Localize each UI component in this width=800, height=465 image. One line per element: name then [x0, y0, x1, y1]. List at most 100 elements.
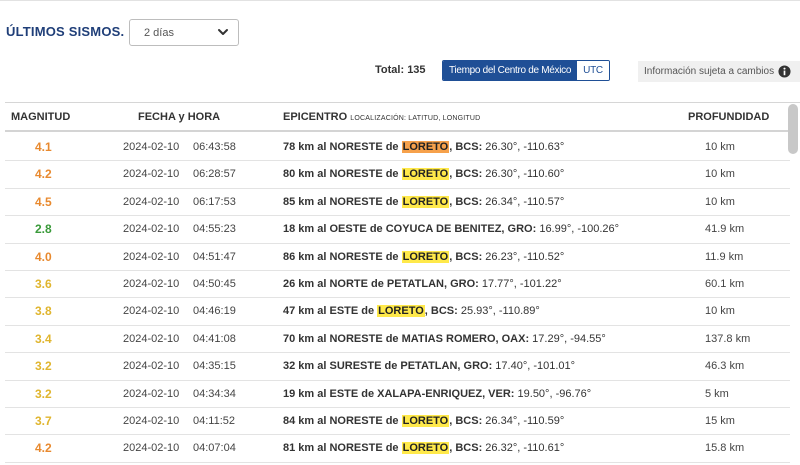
epicenter-highlight: LORETO [401, 414, 450, 427]
event-date: 2024-02-10 [123, 442, 180, 455]
depth-value: 60.1 km [705, 277, 745, 290]
event-date: 2024-02-10 [123, 332, 180, 345]
epicenter-text: 32 km al SURESTE de PETATLAN, GRO: 17.40… [283, 360, 575, 372]
col-epicentro[interactable]: EPICENTRO LOCALIZACIÓN: LATITUD, LONGITU… [283, 111, 480, 123]
epicenter-distance: 80 km al NORESTE de [283, 168, 402, 181]
table-row[interactable]: 4.0 2024-02-10 04:51:47 86 km al NORESTE de… [5, 244, 790, 271]
epicenter-distance: 70 km al NORESTE de MATIAS ROMERO, OAX: [283, 332, 530, 345]
depth-value: 10 km [705, 305, 735, 318]
magnitude-value: 4.1 [35, 140, 52, 154]
col-fecha[interactable]: FECHA y HORA [138, 111, 220, 123]
event-time: 06:28:57 [193, 168, 236, 181]
magnitude-value: 3.4 [35, 331, 52, 346]
timezone-toggle: Tiempo del Centro de México UTC [442, 60, 610, 81]
epicenter-coords: 16.99°, -100.26° [536, 223, 620, 236]
epicenter-text: 84 km al NORESTE de LORETO, BCS: 26.34°,… [283, 414, 565, 427]
depth-value: 46.3 km [705, 360, 745, 373]
epicenter-distance: 81 km al NORESTE de [283, 442, 402, 455]
event-date: 2024-02-10 [123, 250, 180, 263]
table-row[interactable]: 4.2 2024-02-10 04:07:04 81 km al NORESTE de… [5, 435, 790, 463]
event-time: 04:50:45 [193, 277, 236, 290]
epicenter-coords: 26.23°, -110.52° [482, 250, 565, 263]
total-count: Total: 135 [375, 64, 426, 76]
table-row[interactable]: 4.5 2024-02-10 06:17:53 85 km al NORESTE de… [5, 189, 790, 217]
col-epicentro-sub: LOCALIZACIÓN: LATITUD, LONGITUD [350, 115, 481, 122]
epicenter-state: , BCS: [449, 250, 483, 263]
table-row[interactable]: 4.2 2024-02-10 06:28:57 80 km al NORESTE de… [5, 161, 790, 189]
table-row[interactable]: 3.6 2024-02-10 04:50:45 26 km al NORTE de P… [5, 271, 790, 299]
depth-value: 41.9 km [705, 223, 745, 236]
epicenter-coords: 17.77°, -101.22° [478, 277, 562, 290]
epicenter-text: 85 km al NORESTE de LORETO, BCS: 26.34°,… [283, 195, 564, 208]
depth-value: 11.9 km [705, 250, 744, 263]
epicenter-highlight: LORETO [377, 305, 425, 318]
earthquake-table: MAGNITUD FECHA y HORA EPICENTRO LOCALIZA… [5, 102, 800, 465]
epicenter-text: 47 km al ESTE de LORETO, BCS: 25.93°, -1… [283, 305, 540, 318]
magnitude-value: 3.2 [35, 386, 52, 401]
epicenter-highlight: LORETO [401, 141, 450, 153]
magnitude-value: 4.5 [35, 194, 52, 209]
tz-option-mexico[interactable]: Tiempo del Centro de México [443, 61, 578, 80]
event-date: 2024-02-10 [123, 387, 180, 400]
total-label: Total: [375, 64, 405, 76]
epicenter-coords: 19.50°, -96.76° [514, 387, 592, 400]
col-magnitud[interactable]: MAGNITUD [11, 111, 70, 123]
epicenter-text: 18 km al OESTE de COYUCA DE BENITEZ, GRO… [283, 223, 619, 235]
info-notice: Información sujeta a cambios [638, 61, 800, 82]
epicenter-state: , BCS: [449, 442, 483, 455]
info-text: Información sujeta a cambios [644, 66, 775, 77]
event-date: 2024-02-10 [123, 414, 180, 427]
magnitude-value: 4.2 [35, 167, 52, 182]
magnitude-value: 3.7 [35, 413, 52, 428]
info-circle-icon[interactable] [778, 65, 791, 78]
epicenter-highlight: LORETO [401, 195, 450, 208]
event-time: 04:51:47 [193, 250, 236, 263]
table-header: MAGNITUD FECHA y HORA EPICENTRO LOCALIZA… [5, 103, 790, 132]
event-time: 04:11:52 [193, 414, 236, 427]
time-range-select[interactable]: 2 días [129, 19, 239, 46]
epicenter-distance: 85 km al NORESTE de [283, 195, 402, 208]
event-date: 2024-02-10 [123, 141, 180, 153]
epicenter-text: 81 km al NORESTE de LORETO, BCS: 26.32°,… [283, 442, 564, 455]
epicenter-distance: 47 km al ESTE de [283, 305, 378, 318]
epicenter-text: 78 km al NORESTE de LORETO, BCS: 26.30°,… [283, 141, 564, 153]
table-row[interactable]: 2.8 2024-02-10 04:55:23 18 km al OESTE de C… [5, 216, 790, 244]
epicenter-distance: 26 km al NORTE de PETATLAN, GRO: [283, 277, 479, 290]
page-title: ÚLTIMOS SISMOS. [6, 24, 125, 39]
epicenter-state: , BCS: [449, 195, 483, 208]
event-date: 2024-02-10 [123, 223, 180, 236]
table-row[interactable]: 3.4 2024-02-10 04:41:08 70 km al NORESTE de… [5, 326, 790, 354]
epicenter-coords: 25.93°, -110.89° [457, 305, 540, 318]
epicenter-coords: 26.34°, -110.59° [482, 414, 565, 427]
table-row[interactable]: 3.2 2024-02-10 04:34:34 19 km al ESTE de XA… [5, 381, 790, 408]
table-row[interactable]: 4.1 2024-02-10 06:43:58 78 km al NORESTE de… [5, 134, 790, 162]
table-row[interactable]: 3.8 2024-02-10 04:46:19 47 km al ESTE de LO… [5, 298, 790, 326]
epicenter-text: 19 km al ESTE de XALAPA-ENRIQUEZ, VER: 1… [283, 388, 591, 400]
depth-value: 10 km [705, 141, 735, 153]
event-date: 2024-02-10 [123, 360, 180, 373]
epicenter-distance: 18 km al OESTE de COYUCA DE BENITEZ, GRO… [283, 223, 537, 236]
tz-option-utc[interactable]: UTC [577, 61, 609, 80]
magnitude-value: 4.0 [35, 249, 52, 264]
event-time: 04:46:19 [193, 305, 236, 318]
depth-value: 137.8 km [705, 332, 751, 345]
table-body: 4.1 2024-02-10 06:43:58 78 km al NORESTE de… [5, 134, 790, 463]
epicenter-coords: 17.29°, -94.55° [529, 332, 606, 345]
epicenter-highlight: LORETO [401, 442, 450, 455]
depth-value: 10 km [705, 195, 735, 208]
scrollbar-thumb[interactable] [788, 104, 798, 154]
magnitude-value: 3.8 [35, 304, 52, 319]
event-time: 06:17:53 [193, 195, 236, 208]
magnitude-value: 2.8 [35, 222, 52, 237]
table-row[interactable]: 3.7 2024-02-10 04:11:52 84 km al NORESTE de… [5, 408, 790, 436]
depth-value: 15.8 km [705, 442, 745, 455]
epicenter-text: 80 km al NORESTE de LORETO, BCS: 26.30°,… [283, 168, 564, 181]
col-profundidad[interactable]: PROFUNDIDAD [688, 111, 769, 123]
event-time: 04:35:15 [193, 360, 236, 373]
epicenter-coords: 26.30°, -110.63° [482, 141, 565, 153]
magnitude-value: 3.2 [35, 359, 52, 374]
event-time: 06:43:58 [193, 141, 236, 153]
top-divider [0, 0, 800, 1]
table-row[interactable]: 3.2 2024-02-10 04:35:15 32 km al SURESTE de… [5, 353, 790, 381]
epicenter-state: , BCS: [449, 414, 483, 427]
